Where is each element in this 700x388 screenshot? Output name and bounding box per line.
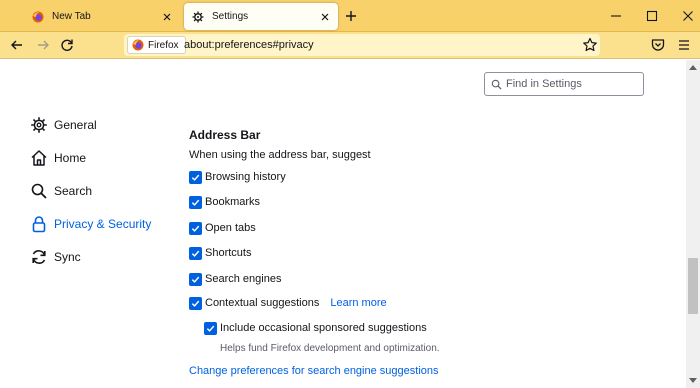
scrollbar-thumb[interactable] <box>688 258 698 314</box>
home-icon <box>31 150 47 166</box>
category-home[interactable]: Home <box>30 147 86 169</box>
section-title-address-bar: Address Bar <box>189 128 261 142</box>
category-privacy-security[interactable]: Privacy & Security <box>30 213 151 235</box>
sync-icon <box>32 250 46 264</box>
checkbox-checked[interactable] <box>189 170 202 184</box>
checkbox-row-browsing-history[interactable]: Browsing history <box>189 169 286 185</box>
find-in-settings-input[interactable] <box>506 78 641 90</box>
magnifier-icon <box>31 183 47 199</box>
checkbox-label[interactable]: Contextual suggestions <box>205 297 319 309</box>
checkbox-label[interactable]: Browsing history <box>205 171 286 183</box>
plus-icon[interactable] <box>343 8 359 24</box>
checkmark-icon <box>206 325 215 332</box>
forward-arrow-icon[interactable] <box>35 37 51 53</box>
checkmark-icon <box>191 225 200 232</box>
checkbox-row-shortcuts[interactable]: Shortcuts <box>189 245 251 261</box>
checkbox-checked[interactable] <box>189 296 202 310</box>
checkbox-label[interactable]: Search engines <box>205 273 281 285</box>
checkbox-row-sponsored-suggestions[interactable]: Include occasional sponsored suggestions <box>204 320 427 336</box>
find-in-settings-box[interactable] <box>484 72 644 96</box>
checkbox-checked[interactable] <box>189 221 202 235</box>
url-bar[interactable]: Firefox about:preferences#privacy <box>124 34 600 56</box>
tab-new-tab[interactable]: New Tab <box>20 3 180 30</box>
category-sync[interactable]: Sync <box>30 246 81 268</box>
scroll-up-arrow-icon[interactable] <box>689 64 697 70</box>
section-description: When using the address bar, suggest <box>189 149 371 161</box>
checkmark-icon <box>191 199 200 206</box>
checkbox-checked[interactable] <box>189 246 202 260</box>
checkbox-row-bookmarks[interactable]: Bookmarks <box>189 194 260 210</box>
checkmark-icon <box>191 276 200 283</box>
category-label: General <box>54 118 97 132</box>
gear-icon <box>192 11 204 22</box>
tab-strip: New Tab Settings <box>0 0 700 32</box>
navigation-toolbar: Firefox about:preferences#privacy <box>0 32 700 59</box>
checkbox-row-open-tabs[interactable]: Open tabs <box>189 220 256 236</box>
checkmark-icon <box>191 250 200 257</box>
minimize-icon[interactable] <box>608 8 624 24</box>
learn-more-link[interactable]: Learn more <box>330 297 386 309</box>
checkmark-icon <box>191 300 200 307</box>
firefox-logo-icon <box>132 39 144 51</box>
category-search[interactable]: Search <box>30 180 92 202</box>
close-icon[interactable] <box>680 8 696 24</box>
checkbox-label[interactable]: Bookmarks <box>205 196 260 208</box>
checkbox-label[interactable]: Open tabs <box>205 222 256 234</box>
settings-page: General Home Search Privacy & Security S… <box>0 60 700 388</box>
vertical-scrollbar[interactable] <box>686 60 700 388</box>
checkbox-label[interactable]: Shortcuts <box>205 247 251 259</box>
close-tab-icon[interactable] <box>160 10 174 24</box>
checkbox-checked[interactable] <box>204 321 217 335</box>
category-label: Home <box>54 151 87 165</box>
change-search-engine-prefs-link[interactable]: Change preferences for search engine sug… <box>189 365 439 377</box>
scroll-down-arrow-icon[interactable] <box>689 378 697 384</box>
category-label: Search <box>54 184 93 198</box>
identity-box[interactable]: Firefox <box>127 36 186 54</box>
sponsored-help-text: Helps fund Firefox development and optim… <box>220 343 440 354</box>
url-text[interactable]: about:preferences#privacy <box>184 39 314 51</box>
reload-icon[interactable] <box>59 37 75 53</box>
close-tab-icon[interactable] <box>318 10 332 24</box>
maximize-icon[interactable] <box>644 8 660 24</box>
star-icon[interactable] <box>582 37 598 53</box>
category-label: Sync <box>54 250 81 264</box>
tab-title: New Tab <box>52 11 91 22</box>
magnifier-icon <box>491 79 502 90</box>
checkbox-checked[interactable] <box>189 195 202 209</box>
pocket-icon[interactable] <box>650 37 666 53</box>
identity-label: Firefox <box>148 39 179 51</box>
tab-settings[interactable]: Settings <box>184 3 338 30</box>
category-label: Privacy & Security <box>54 217 152 231</box>
firefox-logo-icon <box>32 11 44 22</box>
tab-title: Settings <box>212 11 249 22</box>
back-arrow-icon[interactable] <box>9 37 25 53</box>
gear-icon <box>31 117 47 133</box>
category-general[interactable]: General <box>30 114 97 136</box>
checkbox-checked[interactable] <box>189 272 202 286</box>
checkbox-label[interactable]: Include occasional sponsored suggestions <box>220 322 427 334</box>
checkbox-row-search-engines[interactable]: Search engines <box>189 271 281 287</box>
hamburger-menu-icon[interactable] <box>676 37 692 53</box>
checkmark-icon <box>191 174 200 181</box>
checkbox-row-contextual-suggestions[interactable]: Contextual suggestions Learn more <box>189 295 387 311</box>
lock-icon <box>32 216 46 233</box>
